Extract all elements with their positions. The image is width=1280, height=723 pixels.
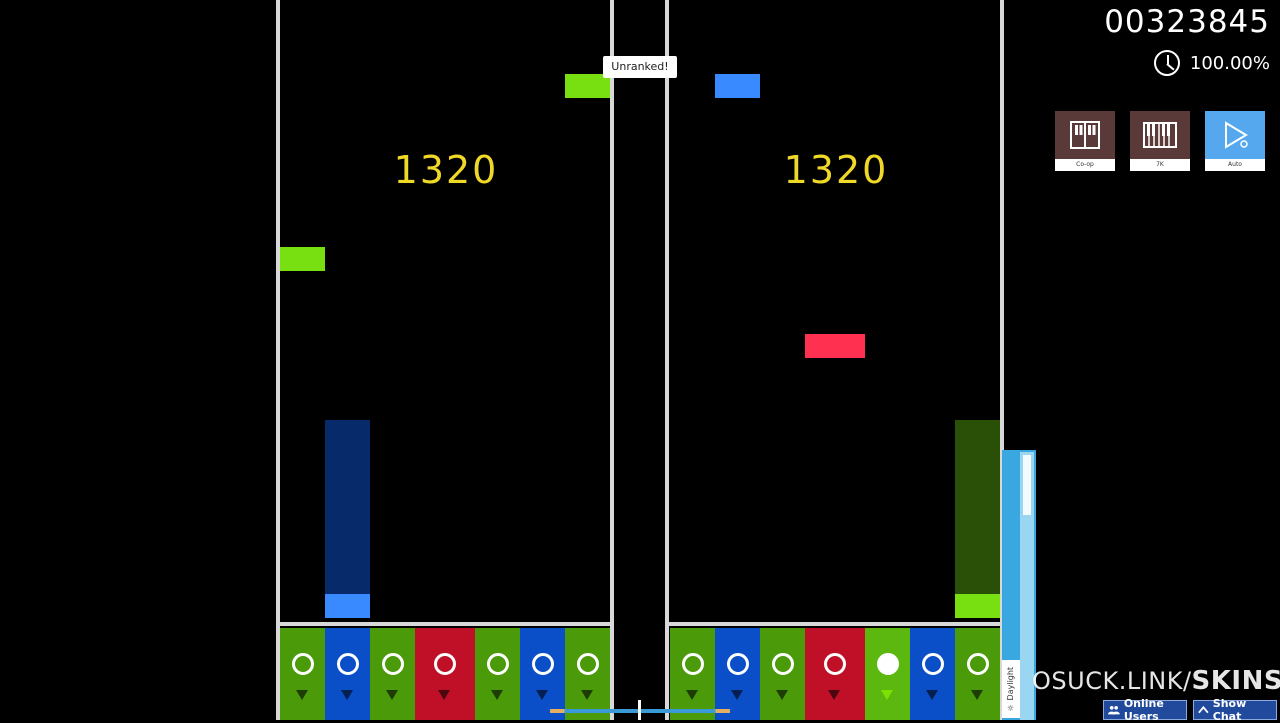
show-chat-label: Show Chat [1212, 697, 1247, 723]
watermark-suffix: SKINS [1191, 666, 1280, 696]
key-6[interactable] [910, 628, 955, 720]
left-stage-left-wall [276, 0, 280, 720]
mod-coop-label: Co-op [1055, 159, 1115, 171]
key-ring-icon [772, 653, 794, 675]
mod-auto-label: Auto [1205, 159, 1265, 171]
key-ring-icon [337, 653, 359, 675]
key-arrow-icon [386, 690, 398, 700]
right-key-row [670, 628, 1000, 720]
combo-counter-left: 1320 [393, 148, 499, 192]
key-arrow-icon [491, 690, 503, 700]
left-stage-right-wall [610, 0, 614, 720]
mod-7k: 7K [1130, 111, 1190, 171]
unranked-badge: Unranked! [603, 56, 677, 78]
mod-coop: Co-op [1055, 111, 1115, 171]
note-red [805, 334, 865, 358]
key-2[interactable] [715, 628, 760, 720]
mod-auto: Auto [1205, 111, 1265, 171]
skin-watermark: OSUCK.LINK/SKINS [1032, 666, 1280, 696]
mod-7k-label: 7K [1130, 159, 1190, 171]
coop-columns-icon [1055, 111, 1115, 159]
accuracy-value: 100.00% [1189, 52, 1270, 74]
left-judgement-line [276, 622, 614, 626]
online-users-button[interactable]: Online Users [1103, 697, 1187, 723]
watermark-prefix: OSUCK.LINK/ [1032, 667, 1192, 695]
show-chat-button[interactable]: Show Chat [1193, 697, 1277, 723]
combo-counter-right: 1320 [783, 148, 889, 192]
key-7[interactable] [955, 628, 1000, 720]
left-key-row [280, 628, 610, 720]
score-display: 00323845 [1104, 4, 1270, 40]
right-judgement-line [665, 622, 1004, 626]
key-3[interactable] [370, 628, 415, 720]
key-arrow-icon [881, 690, 893, 700]
key-2[interactable] [325, 628, 370, 720]
key-arrow-icon [971, 690, 983, 700]
hold-note-head-green [955, 594, 1000, 618]
key-ring-icon [577, 653, 599, 675]
key-6[interactable] [520, 628, 565, 720]
key-1[interactable] [670, 628, 715, 720]
key-arrow-icon [828, 690, 840, 700]
key-ring-icon [877, 653, 899, 675]
key-4[interactable] [805, 628, 865, 720]
key-arrow-icon [776, 690, 788, 700]
key-4[interactable] [415, 628, 475, 720]
key-ring-icon [532, 653, 554, 675]
auto-play-icon [1205, 111, 1265, 159]
users-icon [1108, 705, 1120, 715]
key-ring-icon [967, 653, 989, 675]
hold-note-head-blue [325, 594, 370, 618]
accuracy-display: 100.00% [1153, 50, 1270, 76]
daylight-text: Daylight [1006, 666, 1015, 700]
song-progress-marker [638, 700, 641, 720]
key-7[interactable] [565, 628, 610, 720]
accuracy-pie-icon [1153, 50, 1180, 76]
key-1[interactable] [280, 628, 325, 720]
key-arrow-icon [296, 690, 308, 700]
key-ring-icon [487, 653, 509, 675]
key-5[interactable] [475, 628, 520, 720]
key-5-pressed[interactable] [865, 628, 910, 720]
key-ring-icon [434, 653, 456, 675]
hp-bar-label: ☼ Daylight [1002, 660, 1020, 718]
key-arrow-icon [731, 690, 743, 700]
key-ring-icon [292, 653, 314, 675]
hold-note-body-green [955, 420, 1000, 594]
hp-bar-highlight [1023, 455, 1031, 515]
key-arrow-icon [581, 690, 593, 700]
key-arrow-icon [438, 690, 450, 700]
online-users-label: Online Users [1123, 697, 1164, 723]
note-blue [715, 74, 760, 98]
key-arrow-icon [536, 690, 548, 700]
key-ring-icon [382, 653, 404, 675]
key-ring-icon [682, 653, 704, 675]
key-ring-icon [824, 653, 846, 675]
right-stage-left-wall [665, 0, 669, 720]
key-arrow-icon [686, 690, 698, 700]
note-green [280, 247, 325, 271]
sun-icon: ☼ [1006, 702, 1015, 712]
key-ring-icon [727, 653, 749, 675]
key-3[interactable] [760, 628, 805, 720]
chevron-up-icon [1198, 705, 1209, 714]
key-arrow-icon [926, 690, 938, 700]
piano-keys-icon [1130, 111, 1190, 159]
key-ring-icon [922, 653, 944, 675]
key-arrow-icon [341, 690, 353, 700]
hold-note-body-blue [325, 420, 370, 594]
